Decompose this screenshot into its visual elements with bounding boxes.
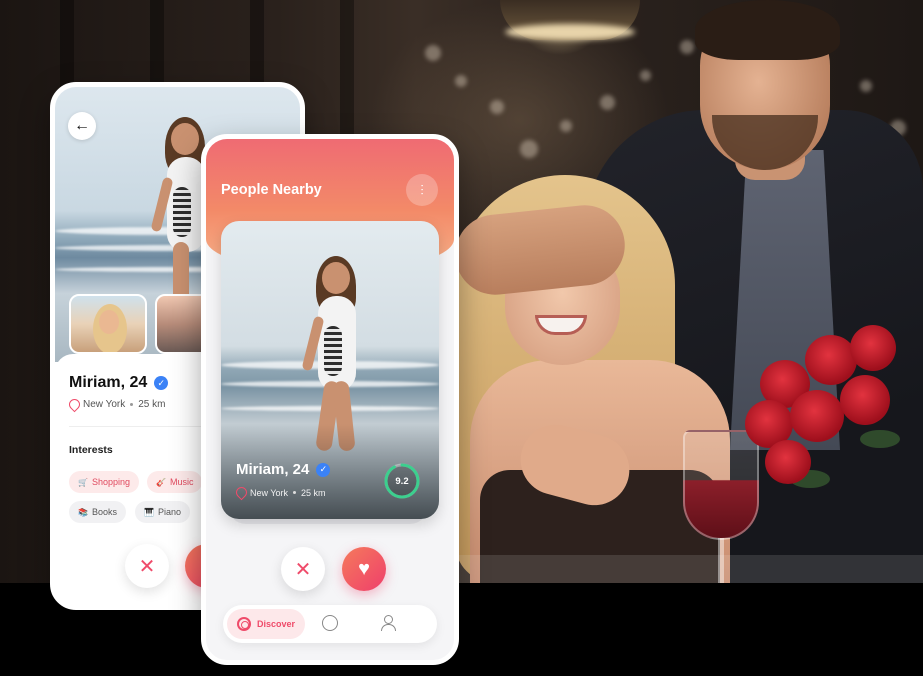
back-arrow-icon: ← <box>74 117 90 134</box>
location-pin-icon <box>236 487 245 498</box>
separator-dot <box>130 403 134 406</box>
card-name-row: Miriam, 24 ✓ <box>236 461 331 478</box>
card-name: Miriam, 24 <box>236 461 310 478</box>
profile-name-row: Miriam, 24 ✓ <box>69 374 169 392</box>
books-icon: 📚 <box>78 507 88 517</box>
rose <box>790 390 844 442</box>
user-profile-icon[interactable] <box>380 615 396 631</box>
card-city: New York <box>250 487 289 498</box>
verified-badge-icon: ✓ <box>154 376 169 390</box>
lamp-glow <box>505 24 635 40</box>
table <box>455 555 923 583</box>
rose-leaf <box>860 430 900 448</box>
guitar-icon: 🎸 <box>156 477 166 487</box>
separator-dot <box>293 491 297 494</box>
bottom-navigation: Discover <box>223 605 437 643</box>
interests-title: Interests <box>69 444 113 456</box>
card-distance: 25 km <box>301 487 326 498</box>
interest-chip-shopping[interactable]: 🛒 Shopping <box>69 471 140 493</box>
rose <box>805 335 857 385</box>
man-hair <box>695 0 840 60</box>
close-icon: ✕ <box>294 558 312 581</box>
bokeh-light <box>455 75 467 87</box>
profile-city: New York <box>83 399 126 410</box>
card-location: New York 25 km <box>236 487 326 498</box>
woman-head <box>322 262 350 294</box>
profile-location: New York 25 km <box>69 399 165 410</box>
wine-glass <box>683 430 759 540</box>
piano-icon: 🎹 <box>144 507 154 517</box>
swimsuit-stripes <box>173 187 191 237</box>
bokeh-light <box>490 100 504 114</box>
chat-bubble-icon[interactable] <box>322 615 338 631</box>
target-icon <box>237 617 251 631</box>
photo-thumbnail-1[interactable] <box>69 294 147 354</box>
sliders-icon: ⫶ <box>420 181 424 198</box>
nav-tab-discover[interactable]: Discover <box>227 609 305 639</box>
bokeh-light <box>600 95 615 110</box>
bokeh-light <box>560 120 572 132</box>
thumbnail-face <box>99 310 119 334</box>
bokeh-light <box>640 70 651 81</box>
interest-chip-books[interactable]: 📚 Books <box>69 501 126 523</box>
dislike-button[interactable]: ✕ <box>281 547 325 591</box>
nearby-phone-screen: People Nearby ⫶ Miriam, 24 ✓ New York 25… <box>201 134 459 665</box>
swimsuit-stripes <box>324 326 342 376</box>
interest-label: Music <box>169 477 194 487</box>
filter-button[interactable]: ⫶ <box>406 174 438 206</box>
nav-tab-label: Discover <box>257 619 296 629</box>
interest-label: Piano <box>157 507 181 517</box>
shopping-cart-icon: 🛒 <box>78 477 88 487</box>
rose <box>765 440 811 484</box>
profile-card[interactable]: Miriam, 24 ✓ New York 25 km 9.2 <box>221 221 439 519</box>
bokeh-light <box>425 45 441 61</box>
woman-head <box>171 123 199 155</box>
verified-badge-icon: ✓ <box>316 462 331 477</box>
bokeh-light <box>680 40 694 54</box>
heart-icon: ♥ <box>358 557 370 580</box>
interest-label: Books <box>91 507 117 517</box>
rose <box>840 375 890 425</box>
interest-chip-music[interactable]: 🎸 Music <box>147 471 203 493</box>
bokeh-light <box>520 140 538 158</box>
close-icon: ✕ <box>138 555 156 578</box>
match-score-ring: 9.2 <box>383 462 421 500</box>
interest-label: Shopping <box>91 477 131 487</box>
like-button[interactable]: ♥ <box>342 547 386 591</box>
profile-distance: 25 km <box>138 399 166 410</box>
back-button[interactable]: ← <box>68 112 96 140</box>
match-score: 9.2 <box>395 475 409 487</box>
bokeh-light <box>860 80 872 92</box>
rose <box>850 325 896 371</box>
page-title: People Nearby <box>221 182 322 198</box>
dislike-button[interactable]: ✕ <box>125 544 169 588</box>
interest-chip-piano[interactable]: 🎹 Piano <box>135 501 190 523</box>
location-pin-icon <box>69 399 78 410</box>
profile-name: Miriam, 24 <box>69 374 148 391</box>
